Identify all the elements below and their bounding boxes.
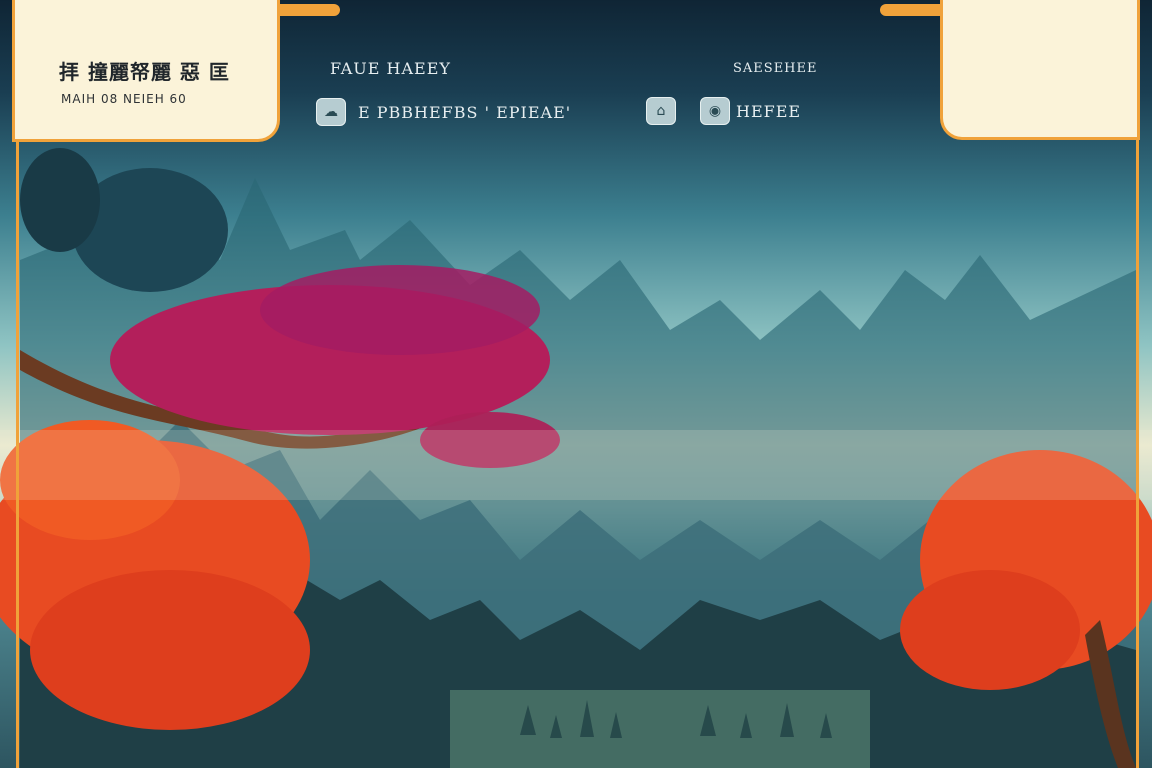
- header-panel-right: [940, 0, 1140, 140]
- red-tree-left-lower: [30, 570, 310, 730]
- menu-item-primary[interactable]: E PBBHEFBS ' EPIEAE': [358, 103, 571, 122]
- mist-band: [0, 430, 1152, 500]
- cloud-icon[interactable]: ☁: [316, 98, 346, 126]
- red-tree-right-lower: [900, 570, 1080, 690]
- dark-tree-cluster-small: [20, 148, 100, 252]
- top-right-label: SAESEHEE: [733, 61, 818, 76]
- top-menu-right: ⌂ ◉ HEFEE: [646, 97, 801, 125]
- header-panel-left: 拝 撞麗帑麗 惡 匡 MAIH 08 NEIEH 60: [12, 0, 280, 142]
- panel-subtitle: MAIH 08 NEIEH 60: [61, 92, 187, 106]
- globe-icon[interactable]: ◉: [700, 97, 730, 125]
- magenta-foliage-upper: [260, 265, 540, 355]
- top-menu-left: ☁ E PBBHEFBS ' EPIEAE': [316, 97, 571, 127]
- top-left-label: FAUE HAEEY: [330, 59, 451, 78]
- panel-tab-left: [278, 4, 340, 16]
- map-icon[interactable]: ⌂: [646, 97, 676, 125]
- app-window: 拝 撞麗帑麗 惡 匡 MAIH 08 NEIEH 60 FAUE HAEEY S…: [0, 0, 1152, 768]
- valley: [450, 690, 870, 768]
- panel-tab-right: [880, 4, 942, 16]
- frame-border-left: [16, 140, 19, 768]
- frame-border-right: [1136, 140, 1139, 768]
- menu-item-secondary[interactable]: HEFEE: [736, 102, 801, 121]
- panel-title: 拝 撞麗帑麗 惡 匡: [59, 60, 230, 84]
